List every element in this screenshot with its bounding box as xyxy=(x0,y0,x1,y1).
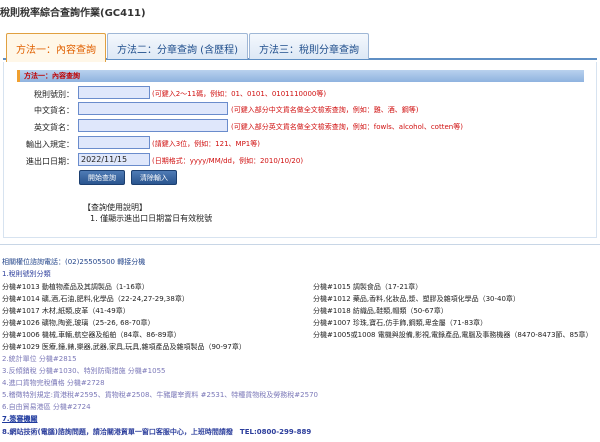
tab-chapter-search-history[interactable]: 方法二：分章查詢 (含歷程) xyxy=(107,33,248,59)
cn-name-label: 中文貨名： xyxy=(34,106,74,115)
section-statistics-unit: 2.統計單位 分機#2815 xyxy=(2,355,77,363)
date-input[interactable] xyxy=(78,153,150,166)
usage-note-item: 1. 僅顯示進出口日期當日有效稅號 xyxy=(90,214,213,223)
extension-row: 分機#1017 木材,紙類,皮革（41-49章） xyxy=(2,307,130,315)
en-name-hint: (可鍵入部分英文貨名做全文檢索查詢，例如：fowls、alcohol、cotte… xyxy=(231,123,463,131)
content-search-panel: 方法一：內容查詢 稅則號別： (可鍵入2～11碼，例如：01、0101、0101… xyxy=(3,62,597,238)
method-tabs: 方法一：內容查詢 方法二：分章查詢 (含歷程) 方法三：稅則分章查詢 xyxy=(3,30,597,62)
en-name-input[interactable] xyxy=(78,119,228,132)
extension-row: 分機#1006 機械,車輛,航空器及船舶（84章、86-89章） xyxy=(2,331,181,339)
section-tech-support: 8.網站技術(電腦)諮詢問題，請洽關港貿單一窗口客服中心，上班時間請撥 TEL:… xyxy=(2,428,312,436)
extension-row: 分機#1007 珍珠,寶石,仿手飾,鋼類,卑金屬（71-83章） xyxy=(313,319,488,327)
section-anti-dumping: 3.反傾銷稅 分機#1030、特別防衛措施 分機#1055 xyxy=(2,367,166,375)
section-special-rules: 5.稽徵特別規定:貨港稅#2595、貨物稅#2508、牛豬屠宰資料 #2531、… xyxy=(2,391,318,399)
cn-name-hint: (可鍵入部分中文貨名做全文檢索查詢，例如：雞、酒、鋼等) xyxy=(231,106,419,114)
section-review-agencies-link[interactable]: 7.簽審機關 xyxy=(2,414,38,424)
section-free-trade-zone: 6.自由貿易港區 分機#2724 xyxy=(2,403,91,411)
date-label: 進出口日期： xyxy=(26,157,74,166)
contact-phone-header: 相關權位諮詢電話：(02)25505500 轉接分機 xyxy=(2,258,146,266)
import-export-rule-hint: (請鍵入3位，例如：121、MP1等) xyxy=(152,140,260,148)
tariff-no-input[interactable] xyxy=(78,86,150,99)
section-divider xyxy=(0,244,600,245)
section-header: 方法一：內容查詢 xyxy=(17,70,584,82)
extension-row: 分機#1026 礦物,陶瓷,玻璃（25-26, 68-70章） xyxy=(2,319,155,327)
extension-row: 分機#1013 動植物產品及其調製品（1-16章） xyxy=(2,283,149,291)
extension-row: 分機#1029 医療,鐘,錶,樂器,武器,家具,玩具,雜項產品及雜項製品（90-… xyxy=(2,343,246,351)
search-button[interactable]: 開始查詢 xyxy=(79,170,125,185)
import-export-rule-label: 輸出入規定： xyxy=(26,140,74,149)
extension-row: 分機#1018 紡織品,鞋類,帽類（50-67章） xyxy=(313,307,448,315)
tariff-no-label: 稅則號別： xyxy=(34,90,74,99)
extension-row: 分機#1014 礦,酒,石油,肥料,化學品（22-24,27-29,38章） xyxy=(2,295,189,303)
tab-tariff-chapter-search[interactable]: 方法三：稅則分章查詢 xyxy=(249,33,369,59)
section-customs-value: 4.進口貨物完稅價格 分機#2728 xyxy=(2,379,105,387)
clear-button[interactable]: 清除輸入 xyxy=(131,170,177,185)
page-title: 稅則稅率綜合查詢作業(GC411) xyxy=(0,8,146,19)
extension-row: 分機#1012 藥品,香料,化妝品,漿、塑膠及雜項化學品（30-40章） xyxy=(313,295,520,303)
date-hint: (日期格式：yyyy/MM/dd，例如：2010/10/20) xyxy=(152,157,304,165)
tab-content-search[interactable]: 方法一：內容查詢 xyxy=(6,33,106,62)
section-tariff-classification: 1.稅則號別分類 xyxy=(2,270,51,278)
extension-row: 分機#1005或1008 電機與設備,影視,電錄產品,電腦及事務機器（8470-… xyxy=(313,331,593,339)
cn-name-input[interactable] xyxy=(78,102,228,115)
tariff-no-hint: (可鍵入2～11碼，例如：01、0101、0101110000等) xyxy=(152,90,327,98)
extension-row: 分機#1015 調製食品（17-21章） xyxy=(313,283,423,291)
usage-notes-title: 【查詢使用說明】 xyxy=(83,203,147,212)
import-export-rule-input[interactable] xyxy=(78,136,150,149)
section-title: 方法一：內容查詢 xyxy=(24,72,80,80)
en-name-label: 英文貨名： xyxy=(34,123,74,132)
